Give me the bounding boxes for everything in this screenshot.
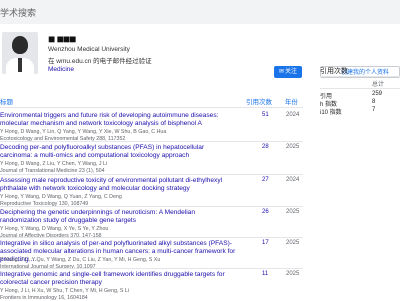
divider xyxy=(0,268,303,269)
article-title[interactable]: Integrative genomic and single-cell fram… xyxy=(0,271,236,287)
article-year: 2024 xyxy=(286,112,299,118)
divider xyxy=(0,237,303,238)
avatar-tie xyxy=(18,58,22,72)
article-year: 2025 xyxy=(286,240,299,246)
stat-label[interactable]: i10 指数 xyxy=(320,107,342,116)
column-header-cites[interactable]: 引用次数 xyxy=(246,96,272,106)
article-title[interactable]: Environmental triggers and future risk o… xyxy=(0,112,236,128)
article-year: 2024 xyxy=(286,177,299,183)
top-bar: 学术搜索 xyxy=(0,0,400,24)
profile-name: ■ ■■■ xyxy=(48,32,75,46)
stat-value: 8 xyxy=(372,99,400,105)
article-venue: Frontiers in Immunology 16, 1604184 xyxy=(0,295,236,301)
article-year: 2025 xyxy=(286,271,299,277)
divider xyxy=(0,206,303,207)
divider xyxy=(0,107,303,108)
article-cites[interactable]: 11 xyxy=(262,271,268,277)
divider xyxy=(320,76,400,77)
article-title[interactable]: Decoding per-and polyfluoroalkyl substan… xyxy=(0,144,236,160)
citations-column-header: 总计 xyxy=(372,79,384,88)
divider xyxy=(320,88,400,89)
column-header-title[interactable]: 标题 xyxy=(0,96,13,106)
stat-row: h 指数 8 xyxy=(320,99,400,107)
article-cites[interactable]: 27 xyxy=(262,177,269,183)
stat-row: 引用 259 xyxy=(320,91,400,99)
column-header-year[interactable]: 年份 xyxy=(285,96,298,106)
avatar-head xyxy=(12,36,28,54)
divider xyxy=(0,141,303,142)
citations-chart-area xyxy=(320,122,400,282)
article-venue: International Journal of Surgery, 10.109… xyxy=(0,264,236,271)
profile-email-verified: 在 wmu.edu.cn 的电子邮件经过验证 xyxy=(48,55,152,65)
avatar xyxy=(2,32,38,74)
article-title[interactable]: Assessing male reproductive toxicity of … xyxy=(0,177,236,193)
profile-affiliation: Wenzhou Medical University xyxy=(48,46,130,53)
app-brand[interactable]: 学术搜索 xyxy=(0,6,36,19)
divider xyxy=(0,174,303,175)
article-title[interactable]: Deciphering the genetic underpinnings of… xyxy=(0,209,236,225)
profile-interest-link[interactable]: Medicine xyxy=(48,66,74,73)
article-year: 2025 xyxy=(286,209,299,215)
stat-row: i10 指数 7 xyxy=(320,107,400,115)
article-cites[interactable]: 51 xyxy=(262,112,269,118)
article-cites[interactable]: 28 xyxy=(262,144,269,150)
follow-label: 关注 xyxy=(285,69,297,75)
article-venue: Journal of Affective Disorders 370, 147-… xyxy=(0,233,236,240)
article-cites[interactable]: 26 xyxy=(262,209,269,215)
citations-panel-title: 引用次数 xyxy=(320,66,348,76)
article-year: 2025 xyxy=(286,144,299,150)
article-cites[interactable]: 17 xyxy=(262,240,269,246)
stat-value: 7 xyxy=(372,107,400,113)
mail-icon: ✉ xyxy=(279,69,284,75)
follow-button[interactable]: ✉关注 xyxy=(274,66,302,78)
stat-value: 259 xyxy=(372,91,400,97)
